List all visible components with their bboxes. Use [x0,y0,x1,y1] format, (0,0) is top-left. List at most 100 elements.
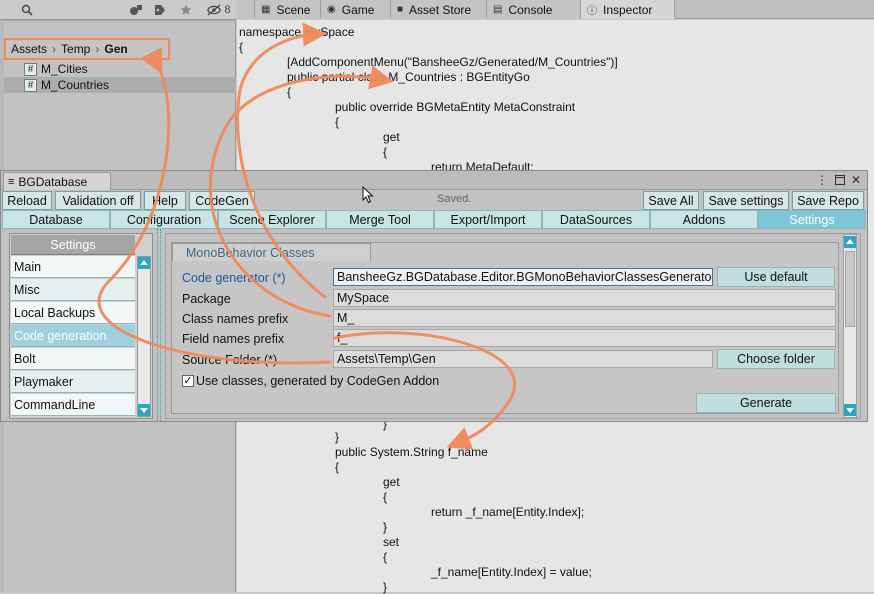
save-all-button[interactable]: Save All [643,191,699,210]
settings-item-local-backups[interactable]: Local Backups [11,302,135,324]
editor-tab-bar: ▦ Scene ◉ Game ■ Asset Store ▤ Console ⓘ Insp… [237,0,874,19]
code-line: set [383,535,400,549]
tab-label: Inspector [603,2,653,17]
breadcrumb-temp[interactable]: Temp [61,42,90,56]
tab-label: Game [341,2,375,17]
code-line: { [383,490,388,504]
tab-database[interactable]: Database [2,210,110,229]
field-names-prefix-field[interactable]: f_ [333,329,836,347]
save-settings-button[interactable]: Save settings [703,191,789,210]
code-line: _f_name[Entity.Index] = value; [431,565,592,579]
tab-inspector[interactable]: ⓘ Inspector [581,0,675,19]
settings-item-main[interactable]: Main [11,256,135,278]
info-icon: ⓘ [587,6,597,17]
use-classes-checkbox[interactable]: ✓ [182,375,194,387]
tab-scene[interactable]: ▦ Scene [255,0,321,19]
validation-toggle-button[interactable]: Validation off [55,191,141,210]
chevron-right-icon: › [52,42,57,56]
code-line: { [335,460,340,474]
code-line: { [383,550,388,564]
filter-by-type-icon[interactable] [128,1,144,19]
class-names-prefix-label: Class names prefix [182,312,289,326]
scroll-up-arrow-icon[interactable] [844,236,856,248]
csharp-script-icon: # [24,62,37,76]
panel-splitter[interactable] [157,229,161,421]
choose-folder-button[interactable]: Choose folder [717,349,835,369]
bgdatabase-window: ≡ BGDatabase ⋮ ✕ Reload Validation off H… [0,170,868,422]
scroll-down-arrow-icon[interactable] [844,404,856,416]
save-repo-button[interactable]: Save Repo [792,191,864,210]
breadcrumb: Assets › Temp › Gen [4,38,170,60]
asset-name: M_Cities [41,62,88,76]
window-title: BGDatabase [18,174,88,189]
tab-settings[interactable]: Settings [758,210,866,229]
breadcrumb-gen[interactable]: Gen [104,42,127,56]
kebab-menu-icon[interactable]: ⋮ [815,172,829,188]
scroll-down-arrow-icon[interactable] [138,404,150,416]
generation-panel-scrollbar[interactable] [843,234,857,418]
breadcrumb-assets[interactable]: Assets [11,42,47,56]
scrollbar-thumb[interactable] [845,251,855,327]
codegen-button[interactable]: CodeGen [189,191,255,210]
scroll-up-arrow-icon[interactable] [138,257,150,269]
settings-item-playmaker[interactable]: Playmaker [11,371,135,393]
maximize-icon[interactable] [833,172,847,188]
tab-console[interactable]: ▤ Console [487,0,581,19]
package-field[interactable]: MySpace [333,289,836,307]
tab-datasources[interactable]: DataSources [542,210,650,229]
tab-asset-store[interactable]: ■ Asset Store [391,0,487,19]
class-names-prefix-field[interactable]: M_ [333,309,836,327]
use-default-button[interactable]: Use default [717,267,835,287]
search-icon[interactable] [20,1,34,19]
close-icon[interactable]: ✕ [849,172,863,188]
code-line: get [383,130,400,144]
tab-label: Console [508,2,553,17]
settings-list-header: Settings [11,235,135,255]
tab-configuration[interactable]: Configuration [110,210,218,229]
tab-bar-spacer [237,0,255,19]
window-tab[interactable]: ≡ BGDatabase [3,172,111,190]
favorite-star-icon[interactable] [178,1,194,19]
code-line: } [383,520,388,534]
mouse-cursor-icon [362,186,374,204]
generate-button[interactable]: Generate [696,393,836,413]
settings-item-code-generation[interactable]: Code generation [11,325,135,347]
hidden-packages-toggle[interactable]: 8 [204,1,234,19]
tab-game[interactable]: ◉ Game [321,0,391,19]
window-title-bar: ≡ BGDatabase ⋮ ✕ [1,171,867,190]
package-label: Package [182,292,231,306]
code-line: { [287,85,292,99]
code-generator-label: Code generator (*) [182,271,286,285]
tab-label: Asset Store [409,2,472,17]
store-icon: ■ [397,4,404,15]
settings-item-bolt[interactable]: Bolt [11,348,135,370]
code-generation-panel: MonoBehavior Classes Code generator (*) … [165,233,861,419]
reload-button[interactable]: Reload [2,191,52,210]
menu-lines-icon: ≡ [8,175,15,188]
settings-item-misc[interactable]: Misc [11,279,135,301]
asset-name: M_Countries [41,78,110,92]
source-folder-field[interactable]: Assets\Temp\Gen [333,350,713,368]
tab-addons[interactable]: Addons [650,210,758,229]
filter-by-label-icon[interactable] [152,1,168,19]
group-tab-monobehavior-classes[interactable]: MonoBehavior Classes [172,243,371,261]
settings-list: Settings Main Misc Local Backups Code ge… [9,233,153,419]
use-classes-label: Use classes, generated by CodeGen Addon [196,374,440,388]
field-names-prefix-label: Field names prefix [182,332,285,346]
settings-item-commandline[interactable]: CommandLine [11,394,135,416]
hidden-packages-count: 8 [224,4,231,16]
code-line: { [335,115,340,129]
monobehavior-classes-group: MonoBehavior Classes Code generator (*) … [171,242,839,414]
code-line: { [383,145,388,159]
scene-icon: ▦ [261,4,271,15]
tab-scene-explorer[interactable]: Scene Explorer [218,210,326,229]
tab-merge-tool[interactable]: Merge Tool [326,210,434,229]
asset-item-m-countries[interactable]: # M_Countries [4,77,236,93]
asset-item-m-cities[interactable]: # M_Cities [4,61,236,77]
use-classes-checkbox-row[interactable]: ✓ Use classes, generated by CodeGen Addo… [182,374,439,388]
tab-export-import[interactable]: Export/Import [434,210,542,229]
code-line: namespace MySpace [239,25,355,39]
settings-list-scrollbar[interactable] [137,256,151,417]
help-button[interactable]: Help [144,191,186,210]
code-generator-field[interactable]: BansheeGz.BGDatabase.Editor.BGMonoBehavi… [333,268,713,286]
